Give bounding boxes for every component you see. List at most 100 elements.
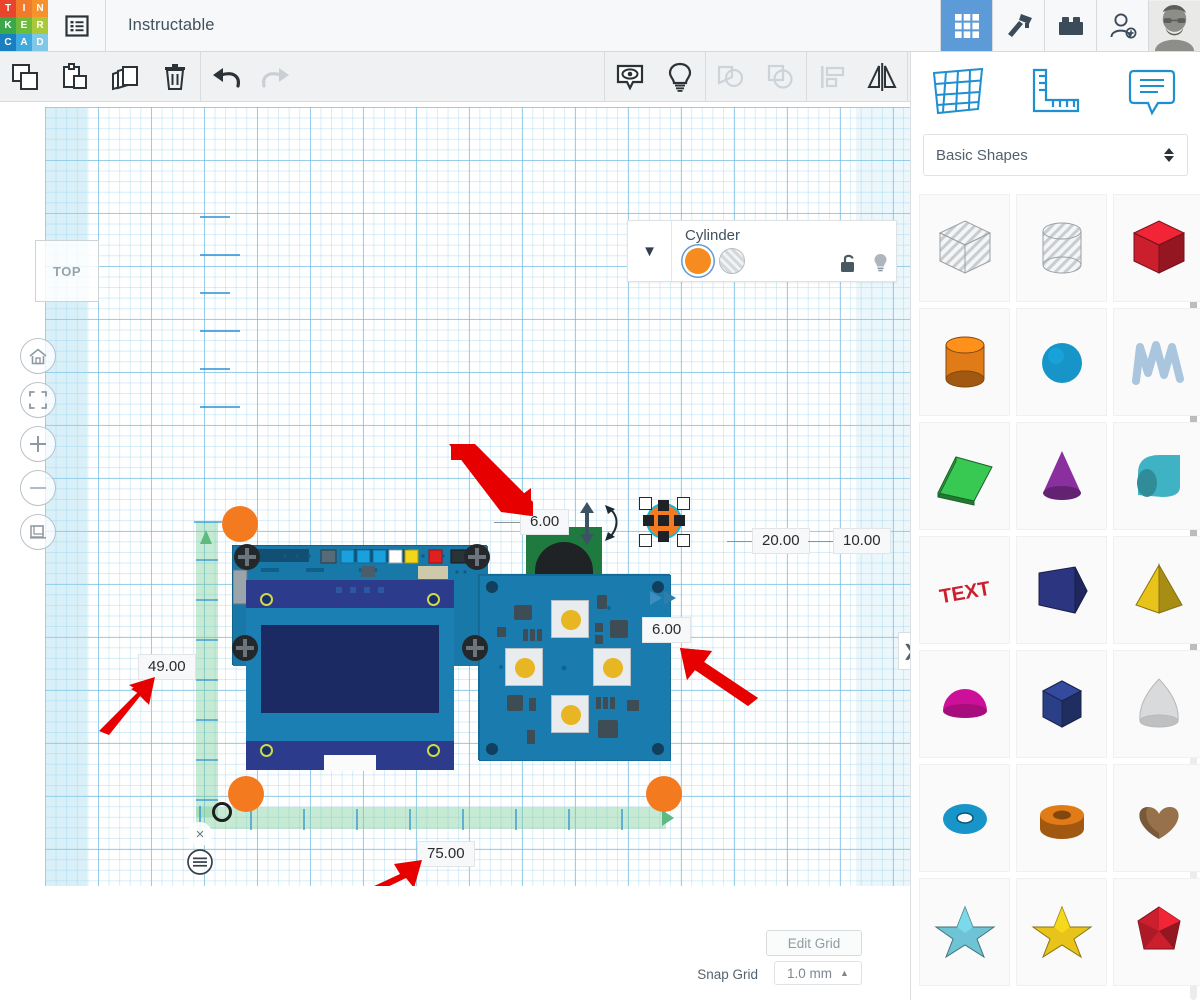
shape-paraboloid[interactable]	[1113, 650, 1200, 758]
red-arrow-top	[449, 444, 533, 516]
shape-cone[interactable]	[1016, 422, 1107, 530]
logo-tile-k: K	[0, 17, 16, 34]
tactile-button[interactable]	[551, 695, 589, 733]
keypad-module[interactable]	[478, 574, 672, 762]
ruler-tool[interactable]	[1007, 66, 1103, 116]
duplicate-button[interactable]	[100, 52, 150, 102]
note-tool[interactable]	[1104, 65, 1200, 117]
corner-cylinder[interactable]	[646, 776, 682, 812]
shape-half-sphere[interactable]	[919, 650, 1010, 758]
ungroup-button[interactable]	[756, 52, 806, 102]
height-arrow-handle[interactable]	[575, 500, 635, 550]
shape-tube[interactable]	[1016, 764, 1107, 872]
shape-text[interactable]: TEXT	[919, 536, 1010, 644]
shape-roof[interactable]	[919, 422, 1010, 530]
dimension-label-offset[interactable]: 6.00	[642, 617, 692, 643]
codeblocks-button[interactable]	[992, 0, 1044, 51]
shape-pyramid[interactable]	[1113, 536, 1200, 644]
corner-handle-tr[interactable]	[677, 497, 690, 510]
ruler-settings-button[interactable]	[186, 848, 214, 876]
delete-button[interactable]	[150, 52, 200, 102]
resize-handle-right[interactable]	[674, 515, 685, 526]
corner-handle-br[interactable]	[677, 534, 690, 547]
shape-star-yellow[interactable]	[1016, 878, 1107, 986]
align-button[interactable]	[807, 52, 857, 102]
corner-cylinder[interactable]	[228, 776, 264, 812]
unlock-icon[interactable]	[840, 253, 857, 273]
fit-to-view-button[interactable]	[20, 382, 56, 418]
shape-wedge[interactable]	[1016, 536, 1107, 644]
resize-handle-bottom[interactable]	[658, 531, 669, 542]
show-hide-button[interactable]	[605, 52, 655, 102]
3d-design-grid-button[interactable]	[940, 0, 992, 51]
resize-handle-left[interactable]	[643, 515, 654, 526]
move-arrow-right[interactable]	[650, 587, 684, 609]
tactile-button[interactable]	[593, 648, 631, 686]
dimension-label-length[interactable]: 20.00	[752, 528, 810, 554]
edit-grid-button[interactable]: Edit Grid	[766, 930, 862, 956]
paste-icon	[63, 62, 87, 89]
shape-cylinder[interactable]	[919, 308, 1010, 416]
bricks-button[interactable]	[1044, 0, 1096, 51]
shape-star-teal[interactable]	[919, 878, 1010, 986]
copy-button[interactable]	[0, 52, 50, 102]
view-cube-top[interactable]: TOP	[35, 240, 99, 302]
user-avatar[interactable]	[1148, 0, 1200, 51]
inspector-collapse-button[interactable]: ▼	[628, 221, 672, 281]
eye-callout-icon	[616, 64, 644, 90]
dimension-label-width[interactable]: 10.00	[833, 528, 891, 554]
shape-scribble-thumbnail	[1131, 341, 1184, 385]
zoom-out-button[interactable]	[20, 470, 56, 506]
shape-tube-thumbnail	[1039, 805, 1084, 839]
corner-handle-bl[interactable]	[639, 534, 652, 547]
shape-cylinder-thumbnail	[945, 336, 984, 388]
snap-grid-value: 1.0 mm	[787, 965, 833, 981]
shape-half-sphere-thumbnail	[942, 689, 987, 718]
shape-round-roof[interactable]	[1113, 422, 1200, 530]
tactile-button[interactable]	[551, 600, 589, 638]
shape-torus[interactable]	[919, 764, 1010, 872]
shape-pyramid-thumbnail	[1134, 563, 1183, 614]
shape-box-hole-thumbnail	[938, 220, 991, 274]
shape-hexagonal-prism[interactable]	[1016, 650, 1107, 758]
shape-wedge-thumbnail	[1038, 566, 1088, 614]
ortho-perspective-button[interactable]	[20, 514, 56, 550]
shape-torus-thumbnail	[942, 804, 987, 834]
mirror-button[interactable]	[857, 52, 907, 102]
add-person-button[interactable]	[1096, 0, 1148, 51]
shape-box-hole[interactable]	[919, 194, 1010, 302]
paste-button[interactable]	[50, 52, 100, 102]
solid-color-swatch[interactable]	[685, 248, 711, 274]
shape-box[interactable]	[1113, 194, 1200, 302]
avatar-image	[1149, 0, 1200, 51]
tactile-button[interactable]	[505, 648, 543, 686]
highlight-lightbulb-icon[interactable]	[873, 253, 888, 273]
shape-category-select[interactable]: Basic Shapes	[923, 134, 1188, 176]
caret-up-icon: ▲	[840, 968, 849, 978]
tinkercad-logo[interactable]: TINKERCAD	[0, 0, 48, 52]
home-view-button[interactable]	[20, 338, 56, 374]
zoom-in-button[interactable]	[20, 426, 56, 462]
shape-sphere[interactable]	[1016, 308, 1107, 416]
workplane-tool[interactable]	[911, 65, 1007, 117]
my-designs-button[interactable]	[48, 0, 106, 51]
ruler-close-button[interactable]: ×	[188, 822, 212, 846]
oled-display-module[interactable]	[246, 580, 454, 771]
3d-canvas[interactable]: Workplane TOP	[0, 102, 910, 1000]
group-button[interactable]	[706, 52, 756, 102]
undo-button[interactable]	[201, 52, 251, 102]
corner-cylinder[interactable]	[222, 506, 258, 542]
shape-cylinder-hole[interactable]	[1016, 194, 1107, 302]
redo-button[interactable]	[251, 52, 301, 102]
shape-polygon[interactable]	[1113, 878, 1200, 986]
panel-collapse-toggle[interactable]: ❯	[898, 632, 910, 670]
hole-swatch[interactable]	[719, 248, 745, 274]
design-title[interactable]: Instructable	[106, 0, 215, 51]
dim-leader-3	[808, 541, 836, 542]
shape-scribble[interactable]	[1113, 308, 1200, 416]
snap-grid-select[interactable]: 1.0 mm ▲	[774, 961, 862, 985]
resize-handle-top[interactable]	[658, 500, 669, 511]
shape-heart[interactable]	[1113, 764, 1200, 872]
corner-handle-tl[interactable]	[639, 497, 652, 510]
light-button[interactable]	[655, 52, 705, 102]
